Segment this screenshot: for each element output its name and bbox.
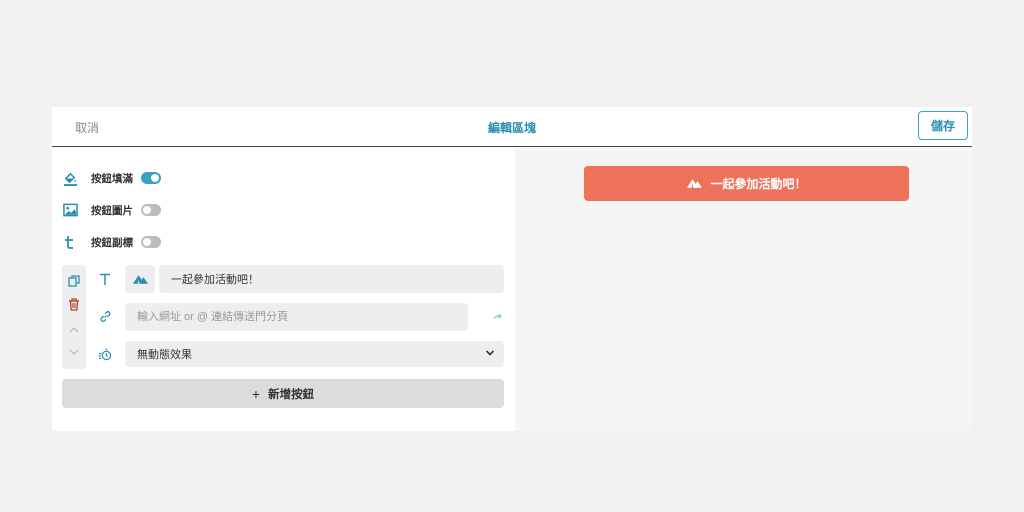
option-button-fill: 按鈕填滿 (62, 169, 161, 187)
button-fill-toggle[interactable] (141, 172, 161, 184)
subtitle-t-icon (62, 234, 78, 250)
page-title: 編輯區塊 (487, 121, 536, 135)
option-label: 按鈕圖片 (91, 204, 133, 217)
chevron-up-icon[interactable] (66, 321, 82, 337)
preview-pane: 一起參加活動吧！ (515, 148, 972, 431)
paint-bucket-icon (62, 170, 78, 186)
header-bar: 取消 編輯區塊 儲存 (52, 107, 972, 147)
plus-icon: + (251, 385, 261, 402)
share-arrow-icon[interactable] (492, 308, 503, 326)
animation-select-value: 無動態效果 (137, 349, 192, 361)
item-actions-column (62, 265, 86, 369)
tent-icon (132, 274, 148, 284)
trash-icon[interactable] (66, 296, 82, 312)
add-button-button[interactable]: + 新增按鈕 (62, 379, 504, 408)
preview-button-label: 一起參加活動吧！ (710, 177, 807, 191)
chevron-down-icon (485, 348, 495, 360)
link-url-input[interactable] (125, 303, 468, 331)
edit-block-panel: 取消 編輯區塊 儲存 按鈕填滿 按鈕圖片 按鈕副標 一起參加活動吧！ 輸入網址 … (52, 107, 972, 431)
button-image-toggle[interactable] (141, 204, 161, 216)
button-subtitle-toggle[interactable] (141, 236, 161, 248)
button-text-input[interactable] (159, 265, 504, 293)
settings-pane: 按鈕填滿 按鈕圖片 按鈕副標 一起參加活動吧！ 輸入網址 or @ 連結傳送門分… (52, 148, 515, 431)
option-label: 按鈕填滿 (91, 172, 133, 185)
preview-button[interactable]: 一起參加活動吧！ (584, 166, 909, 201)
copy-icon[interactable] (66, 273, 82, 289)
button-editor: 無動態效果 (62, 265, 504, 369)
animation-stopwatch-icon (96, 345, 114, 363)
image-icon (62, 202, 78, 218)
option-button-image: 按鈕圖片 (62, 201, 161, 219)
option-label: 按鈕副標 (91, 236, 133, 249)
save-button[interactable]: 儲存 (918, 111, 968, 140)
add-button-label: 新增按鈕 (268, 388, 315, 401)
chevron-down-icon[interactable] (66, 344, 82, 360)
icon-picker-button[interactable] (125, 265, 155, 293)
animation-select[interactable]: 無動態效果 (125, 341, 504, 367)
tent-icon (686, 178, 703, 189)
link-icon (96, 307, 114, 325)
text-type-icon (96, 270, 114, 288)
option-button-subtitle: 按鈕副標 (62, 233, 161, 251)
